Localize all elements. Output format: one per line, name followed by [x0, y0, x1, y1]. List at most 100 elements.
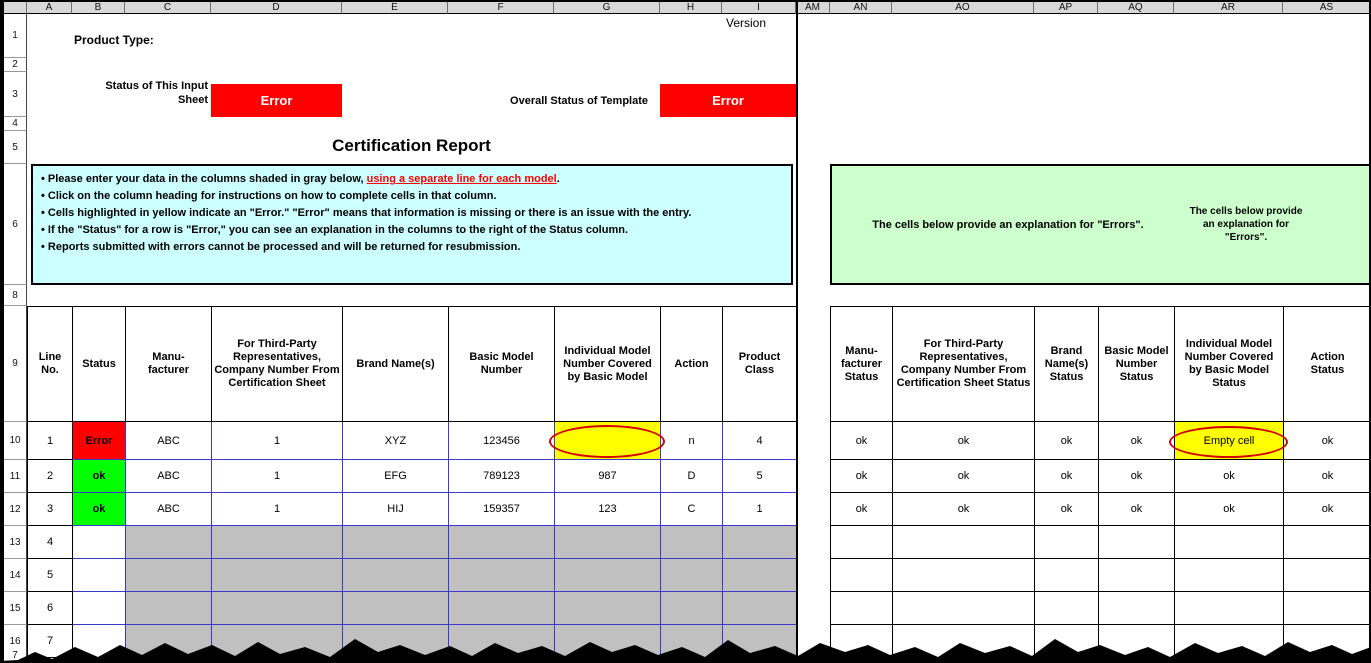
col-header-individual-model-number[interactable]: Individual Model Number Covered by Basic… — [555, 307, 661, 422]
column-header-an[interactable]: AN — [830, 2, 892, 14]
column-header-am[interactable]: AM — [796, 2, 830, 14]
cell[interactable] — [893, 559, 1035, 592]
cell[interactable] — [555, 526, 661, 559]
cell[interactable]: ok — [1284, 493, 1371, 526]
cell[interactable]: ok — [1284, 422, 1371, 460]
cell[interactable]: ABC — [126, 493, 212, 526]
cell[interactable] — [661, 526, 723, 559]
cell[interactable]: ok — [893, 422, 1035, 460]
cell[interactable]: ok — [831, 493, 893, 526]
cell[interactable]: ok — [831, 460, 893, 493]
cell[interactable]: 1 — [28, 422, 73, 460]
col-header-status[interactable]: Status — [73, 307, 126, 422]
cell[interactable] — [1284, 526, 1371, 559]
cell[interactable]: ok — [893, 460, 1035, 493]
row-header[interactable]: 14 — [4, 559, 27, 592]
cell[interactable] — [1175, 526, 1284, 559]
column-header-h[interactable]: H — [660, 2, 722, 14]
row-header[interactable]: 13 — [4, 526, 27, 559]
cell[interactable]: 3 — [28, 493, 73, 526]
row-header[interactable]: 9 — [4, 306, 27, 422]
cell[interactable] — [555, 559, 661, 592]
row-header[interactable]: 12 — [4, 493, 27, 526]
cell[interactable]: ok — [1035, 493, 1099, 526]
col-header-third-party-number-status[interactable]: For Third-Party Representatives, Company… — [893, 307, 1035, 422]
cell[interactable] — [449, 526, 555, 559]
col-header-action[interactable]: Action — [661, 307, 723, 422]
column-header-a[interactable]: A — [27, 2, 72, 14]
col-header-basic-model-number[interactable]: Basic Model Number — [449, 307, 555, 422]
cell[interactable] — [723, 559, 797, 592]
column-header-ap[interactable]: AP — [1034, 2, 1098, 14]
column-header-i[interactable]: I — [722, 2, 796, 14]
cell[interactable]: ok — [831, 422, 893, 460]
cell[interactable] — [1035, 559, 1099, 592]
cell[interactable]: 789123 — [449, 460, 555, 493]
column-header-ar[interactable]: AR — [1174, 2, 1283, 14]
cell[interactable] — [212, 526, 343, 559]
cell[interactable]: 2 — [28, 460, 73, 493]
row-header[interactable]: 3 — [4, 72, 27, 117]
status-cell-ok[interactable]: ok — [73, 460, 126, 493]
column-header-ao[interactable]: AO — [892, 2, 1034, 14]
col-header-third-party-number[interactable]: For Third-Party Representatives, Company… — [212, 307, 343, 422]
row-header[interactable]: 8 — [4, 285, 27, 306]
cell[interactable] — [661, 559, 723, 592]
col-header-line-no[interactable]: Line No. — [28, 307, 73, 422]
row-header[interactable]: 4 — [4, 117, 27, 131]
cell[interactable] — [212, 559, 343, 592]
select-all-corner[interactable] — [4, 2, 27, 14]
cell[interactable]: 5 — [28, 559, 73, 592]
cell[interactable]: 987 — [555, 460, 661, 493]
cell[interactable] — [126, 559, 212, 592]
col-header-brand-names-status[interactable]: Brand Name(s) Status — [1035, 307, 1099, 422]
col-header-basic-model-number-status[interactable]: Basic Model Number Status — [1099, 307, 1175, 422]
cell[interactable]: 1 — [212, 460, 343, 493]
cell[interactable]: ABC — [126, 460, 212, 493]
cell[interactable]: 1 — [723, 493, 797, 526]
cell[interactable] — [1175, 559, 1284, 592]
cell[interactable] — [73, 559, 126, 592]
cell[interactable]: ok — [1035, 422, 1099, 460]
cell[interactable] — [126, 526, 212, 559]
cell[interactable] — [831, 559, 893, 592]
cell[interactable]: 4 — [723, 422, 797, 460]
cell[interactable]: XYZ — [343, 422, 449, 460]
cell[interactable] — [831, 526, 893, 559]
col-header-action-status[interactable]: Action Status — [1284, 307, 1371, 422]
cell[interactable]: 123 — [555, 493, 661, 526]
cell[interactable]: 1 — [212, 422, 343, 460]
row-header[interactable]: 2 — [4, 58, 27, 72]
cell[interactable] — [449, 559, 555, 592]
cell[interactable]: ok — [1099, 460, 1175, 493]
cell[interactable]: 5 — [723, 460, 797, 493]
cell[interactable] — [723, 526, 797, 559]
cell[interactable]: D — [661, 460, 723, 493]
input-sheet-status-value[interactable]: Error — [211, 84, 342, 117]
column-header-c[interactable]: C — [125, 2, 211, 14]
cell[interactable] — [1035, 526, 1099, 559]
column-header-d[interactable]: D — [211, 2, 342, 14]
cell[interactable] — [893, 526, 1035, 559]
cell[interactable]: ok — [1175, 460, 1284, 493]
cell[interactable]: ok — [1099, 493, 1175, 526]
col-header-product-class[interactable]: Product Class — [723, 307, 797, 422]
column-header-b[interactable]: B — [72, 2, 125, 14]
overall-status-value[interactable]: Error — [660, 84, 796, 117]
cell[interactable] — [1099, 526, 1175, 559]
row-header[interactable]: 5 — [4, 131, 27, 164]
cell[interactable]: ABC — [126, 422, 212, 460]
status-cell-ok[interactable]: ok — [73, 493, 126, 526]
col-header-brand-names[interactable]: Brand Name(s) — [343, 307, 449, 422]
cell[interactable]: ok — [893, 493, 1035, 526]
column-header-aq[interactable]: AQ — [1098, 2, 1174, 14]
cell[interactable] — [343, 559, 449, 592]
status-cell-error[interactable]: Error — [73, 422, 126, 460]
cell[interactable]: n — [661, 422, 723, 460]
cell[interactable] — [73, 526, 126, 559]
col-header-manufacturer[interactable]: Manu- facturer — [126, 307, 212, 422]
cell[interactable] — [343, 526, 449, 559]
cell[interactable]: ok — [1035, 460, 1099, 493]
cell[interactable]: 4 — [28, 526, 73, 559]
col-header-individual-model-number-status[interactable]: Individual Model Number Covered by Basic… — [1175, 307, 1284, 422]
